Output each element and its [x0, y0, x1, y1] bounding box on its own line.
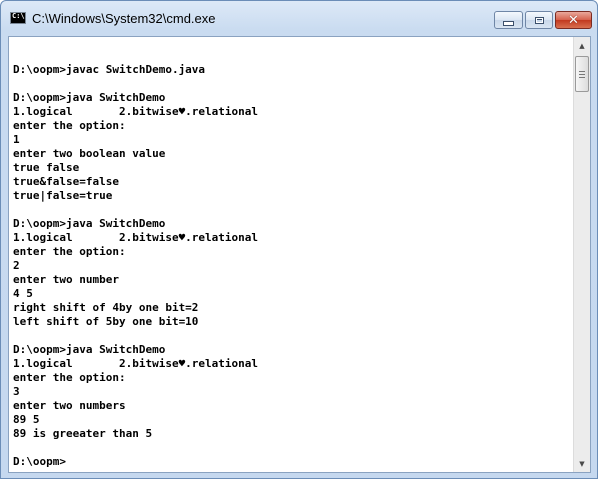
console-line: 1.logical 2.bitwise♥.relational — [13, 105, 259, 118]
minimize-button[interactable] — [494, 11, 523, 29]
console-line: true&false=false — [13, 175, 119, 188]
scroll-down-arrow-icon: ▼ — [579, 459, 585, 468]
console-line: 89 5 — [13, 413, 40, 426]
console-line: enter two numbers — [13, 399, 126, 412]
console-line: left shift of 5by one bit=10 — [13, 315, 199, 328]
console-line: D:\oopm>javac SwitchDemo.java — [13, 63, 206, 76]
maximize-button[interactable] — [525, 11, 553, 29]
console-line: D:\oopm>java SwitchDemo — [13, 91, 166, 104]
scroll-up-arrow-icon: ▲ — [579, 41, 585, 50]
console-line: D:\oopm> — [13, 455, 66, 468]
window-title: C:\Windows\System32\cmd.exe — [32, 11, 216, 26]
console-line: enter the option: — [13, 371, 126, 384]
console-line: 1 — [13, 133, 20, 146]
console-line: enter two boolean value — [13, 147, 166, 160]
thumb-grip-line — [579, 74, 585, 75]
close-button[interactable]: ✕ — [555, 11, 592, 29]
console-line: 2 — [13, 259, 20, 272]
thumb-grip-line — [579, 71, 585, 72]
vertical-scrollbar[interactable]: ▲ ▼ — [573, 37, 590, 472]
console-area[interactable]: D:\oopm>javac SwitchDemo.java D:\oopm>jav… — [8, 36, 591, 473]
maximize-icon — [534, 16, 544, 24]
title-bar[interactable]: C:\Windows\System32\cmd.exe ✕ — [1, 1, 597, 35]
console-line: 3 — [13, 385, 20, 398]
console-line: true|false=true — [13, 189, 113, 202]
console-output[interactable]: D:\oopm>javac SwitchDemo.java D:\oopm>jav… — [9, 37, 573, 472]
cmd-console-icon[interactable] — [10, 12, 26, 24]
cmd-window: C:\Windows\System32\cmd.exe ✕ D:\oopm>ja… — [0, 0, 598, 479]
console-line: right shift of 4by one bit=2 — [13, 301, 199, 314]
console-line: enter two number — [13, 273, 119, 286]
scroll-up-button[interactable]: ▲ — [574, 37, 590, 54]
scrollbar-thumb[interactable] — [575, 56, 589, 92]
console-line: 89 is greeater than 5 — [13, 427, 153, 440]
console-line: 4 5 — [13, 287, 33, 300]
console-line: D:\oopm>java SwitchDemo — [13, 217, 166, 230]
console-line: enter the option: — [13, 119, 126, 132]
minimize-icon — [503, 20, 514, 26]
close-icon: ✕ — [568, 12, 579, 28]
console-line: D:\oopm>java SwitchDemo — [13, 343, 166, 356]
console-line: enter the option: — [13, 245, 126, 258]
console-line: 1.logical 2.bitwise♥.relational — [13, 231, 259, 244]
thumb-grip-line — [579, 77, 585, 78]
console-line: true false — [13, 161, 80, 174]
scroll-down-button[interactable]: ▼ — [574, 455, 590, 472]
console-line: 1.logical 2.bitwise♥.relational — [13, 357, 259, 370]
